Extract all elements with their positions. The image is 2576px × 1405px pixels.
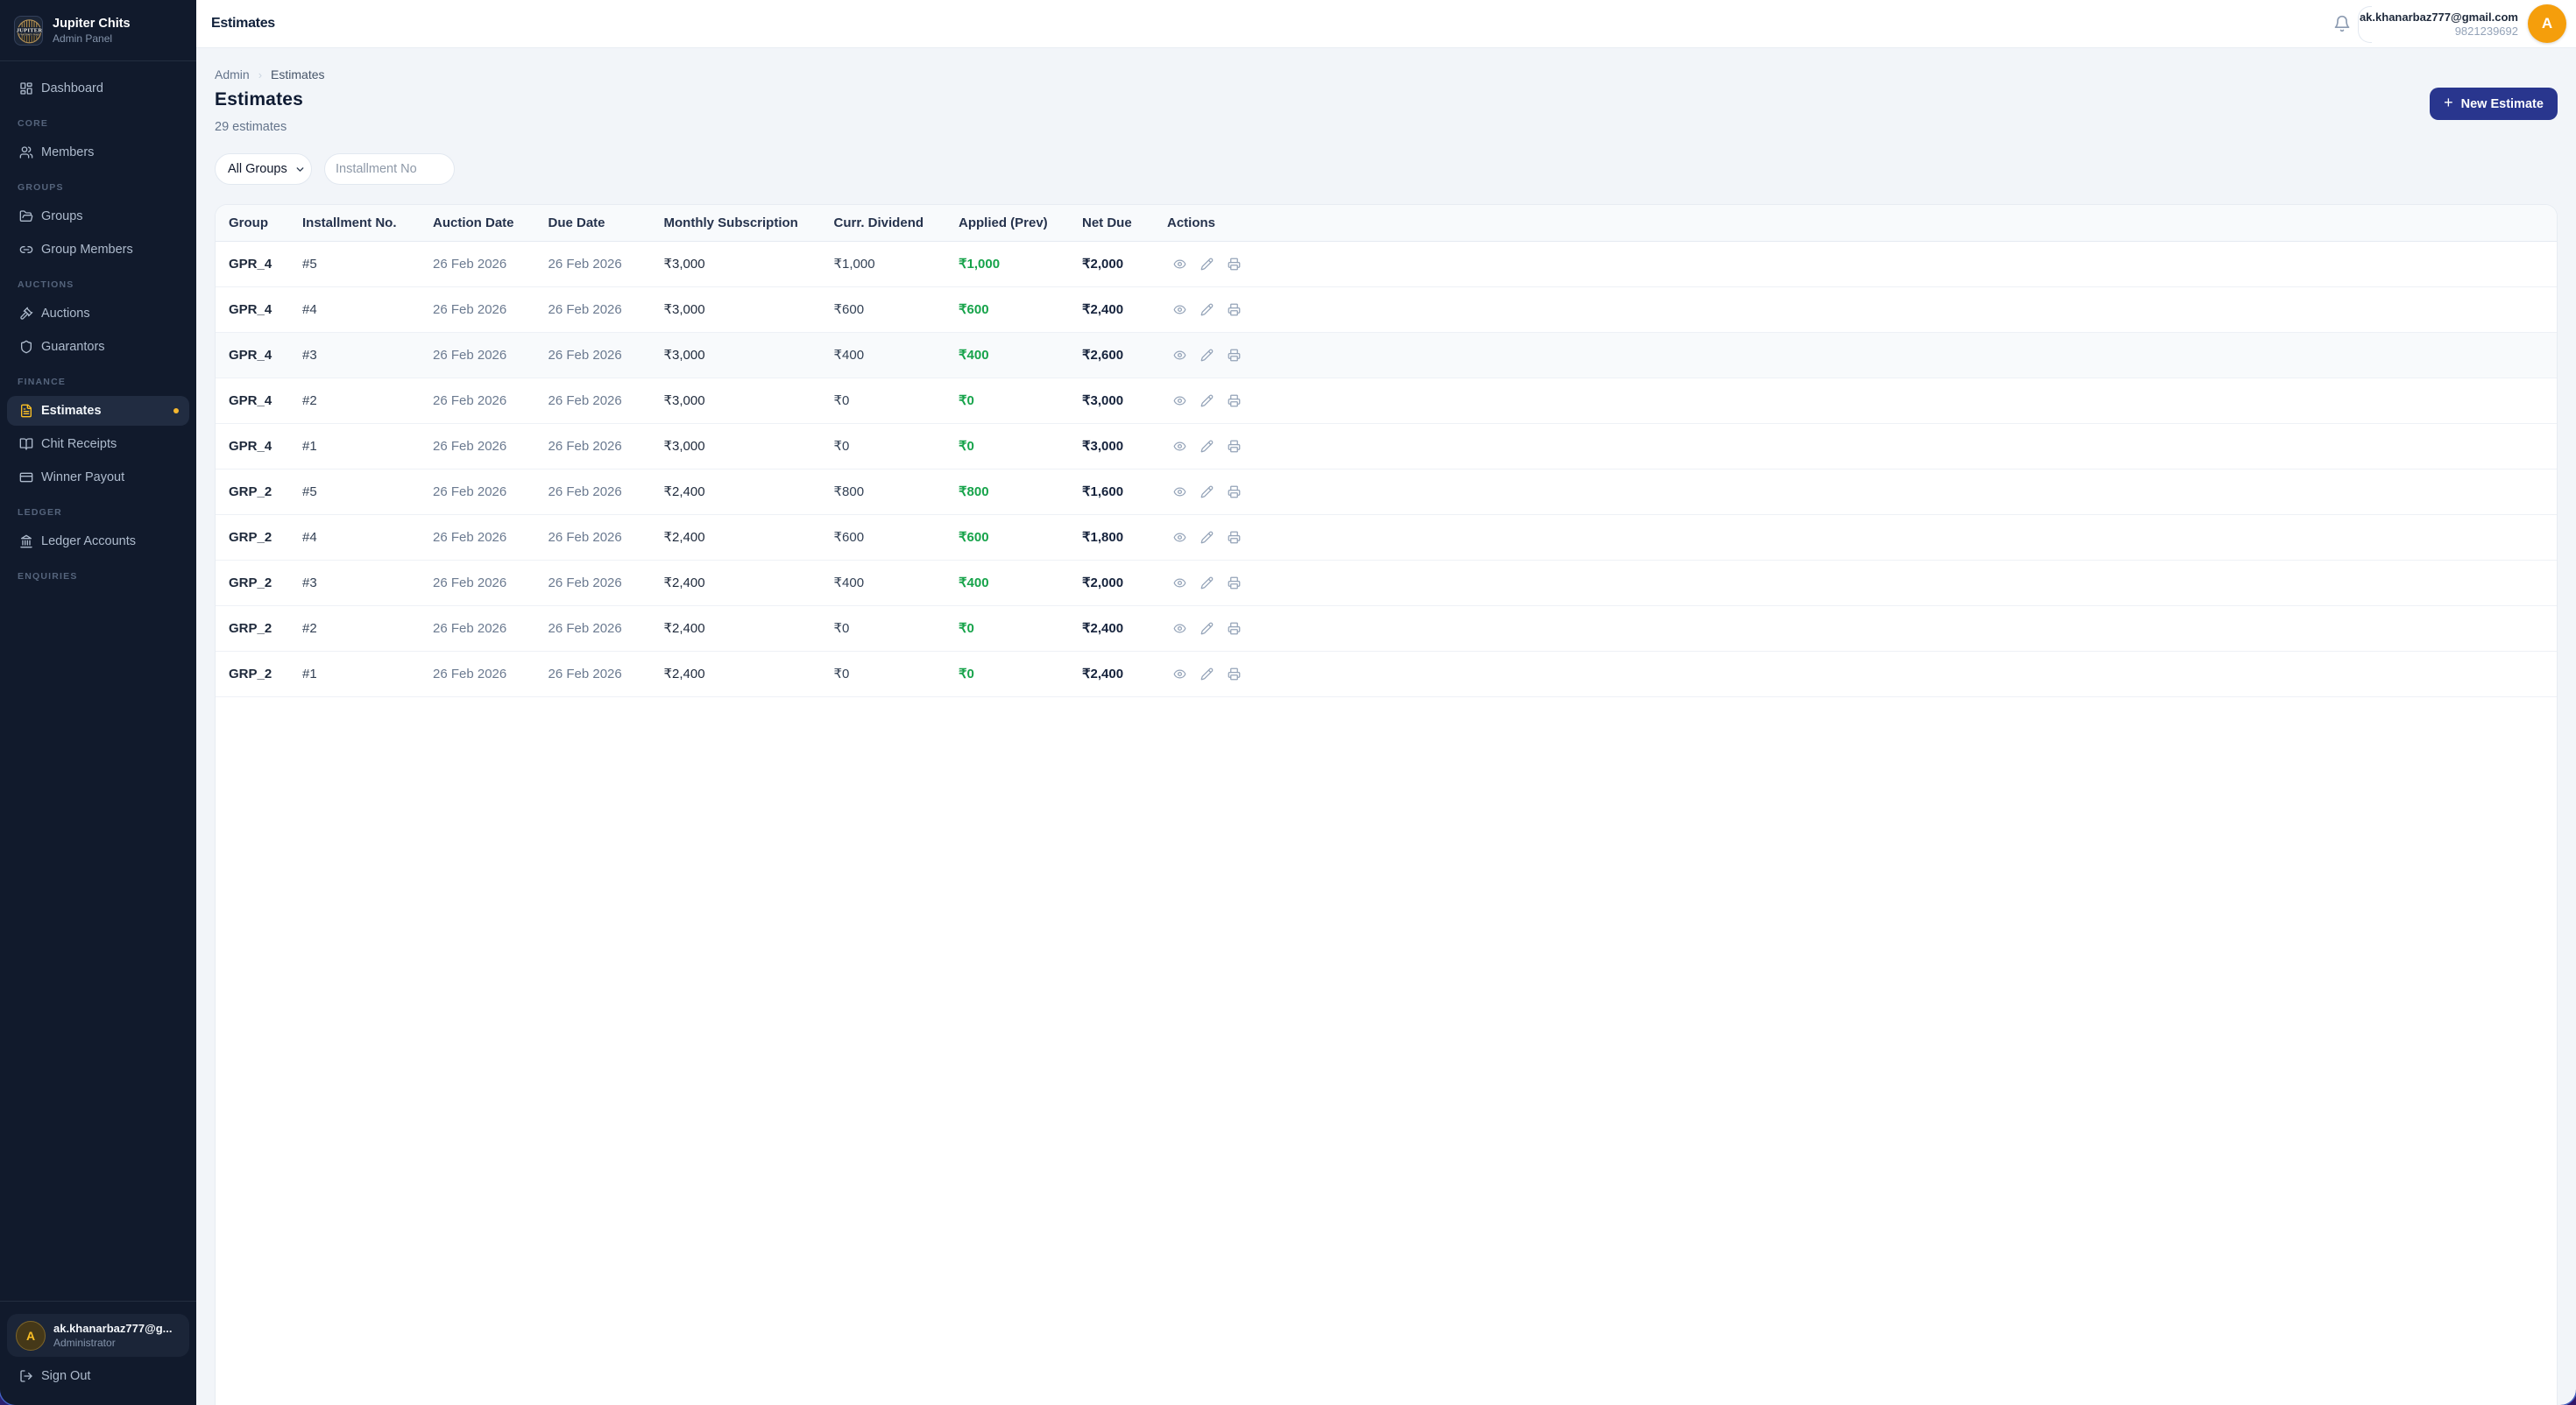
svg-text:FRATERNITY FUND: FRATERNITY FUND: [19, 33, 39, 36]
